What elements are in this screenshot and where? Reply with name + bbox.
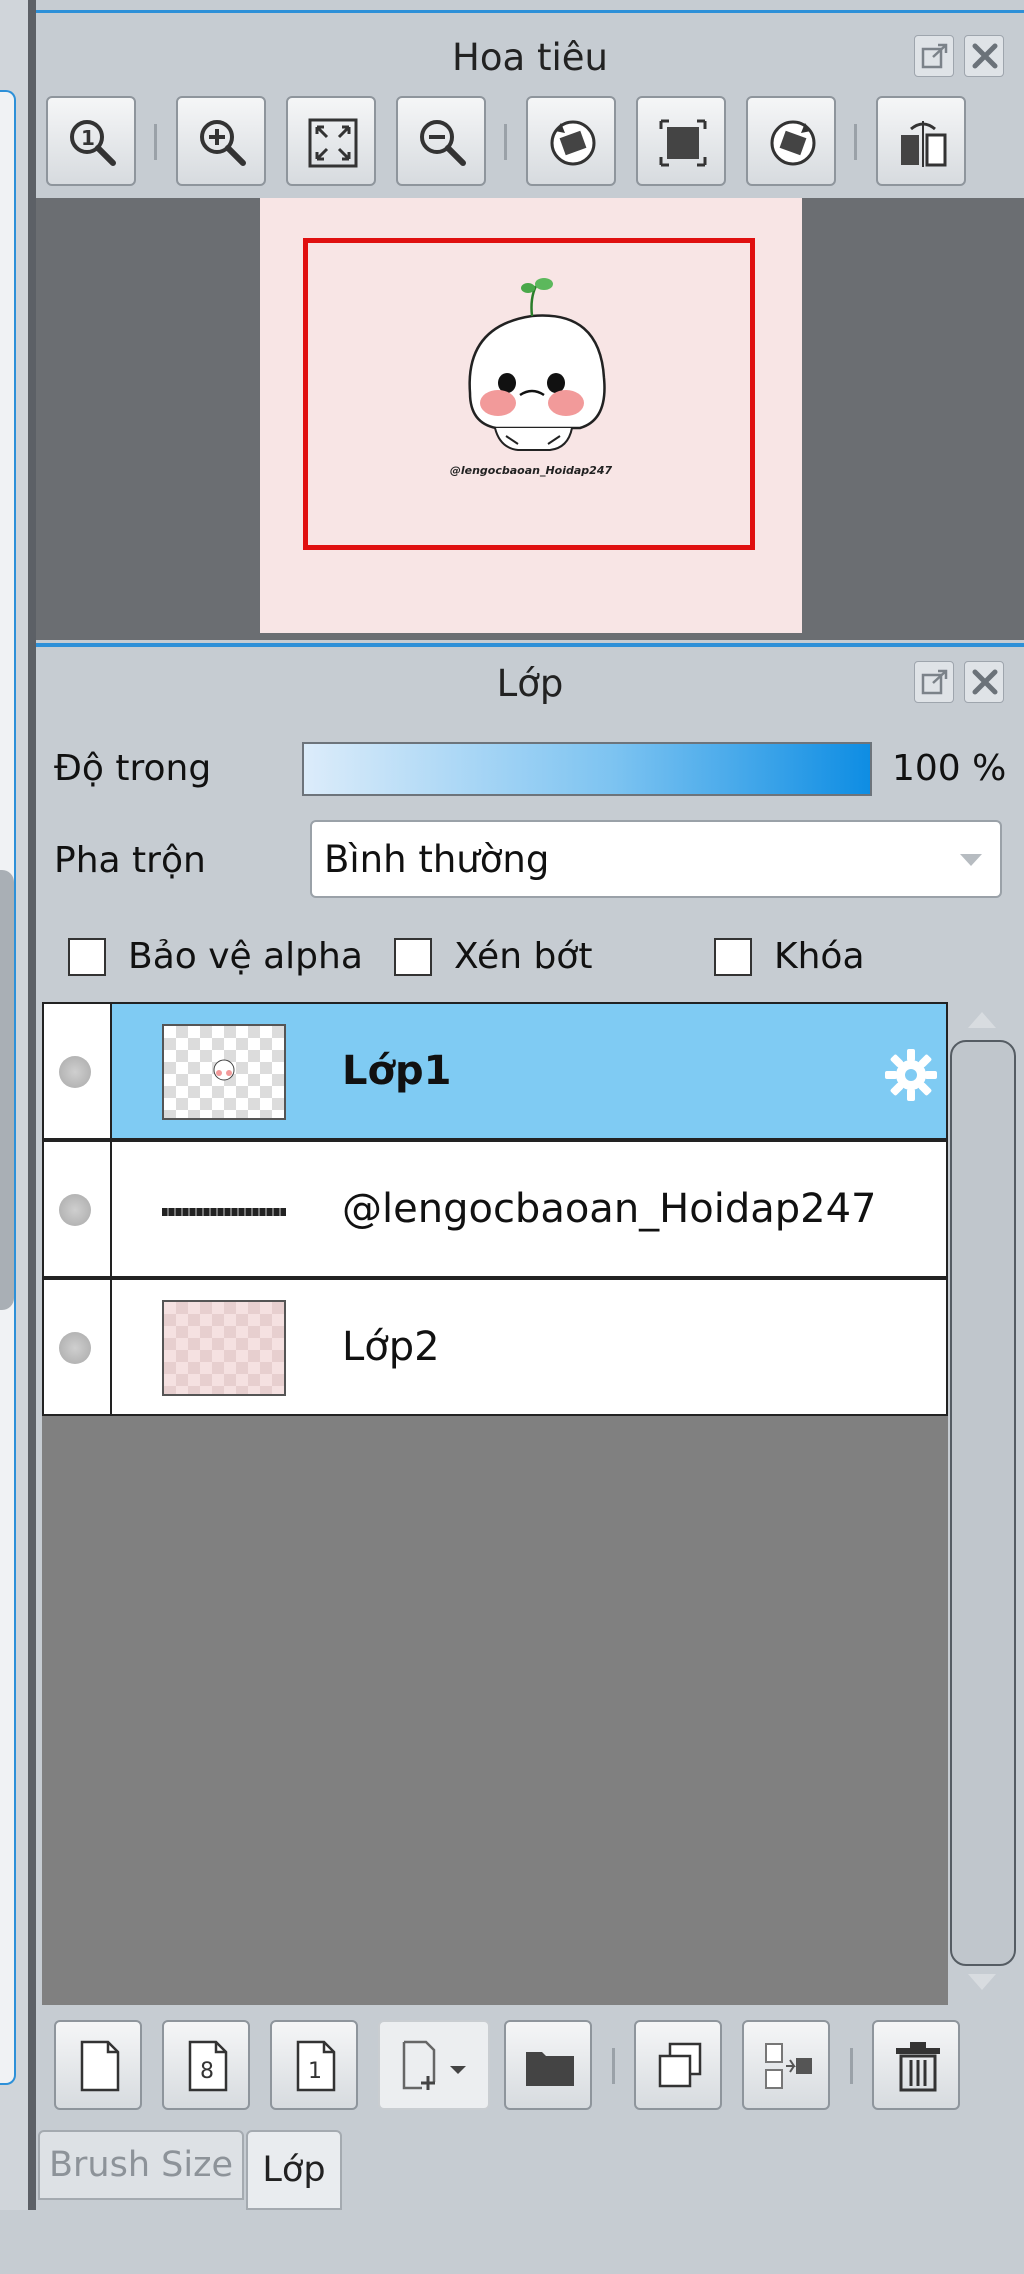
new-1bit-layer-button[interactable]: 1 [270, 2020, 358, 2110]
layer-thumbnail [162, 1024, 286, 1120]
panel-divider[interactable] [28, 0, 36, 2210]
blend-mode-value: Bình thường [324, 837, 550, 881]
visibility-dot-icon [59, 1194, 91, 1226]
lock-label: Khóa [774, 936, 865, 977]
toolbar-separator [854, 124, 857, 160]
navigator-toolbar: 1 [36, 96, 1024, 196]
navigator-title-bar: Hoa tiêu [36, 13, 1024, 101]
clipping-checkbox[interactable] [394, 938, 432, 976]
protect-alpha-checkbox[interactable] [68, 938, 106, 976]
flip-horizontal-button[interactable] [876, 96, 966, 186]
toolbar-separator [504, 124, 507, 160]
text-layer-thumbnail [162, 1208, 286, 1216]
rotate-right-button[interactable] [746, 96, 836, 186]
layer-name: Lớp1 [342, 1048, 452, 1094]
gear-icon[interactable] [882, 1046, 940, 1108]
visibility-dot-icon [59, 1332, 91, 1364]
layer-visibility-toggle[interactable] [44, 1280, 112, 1414]
svg-text:1: 1 [81, 126, 95, 150]
toolbar-separator [850, 2048, 853, 2084]
blend-mode-label: Pha trộn [54, 840, 206, 881]
tab-brush-size[interactable]: Brush Size [38, 2130, 244, 2200]
left-panel-scrollbar[interactable] [0, 870, 14, 1310]
clipping-label: Xén bớt [454, 936, 593, 977]
add-layer-dropdown-button[interactable] [378, 2020, 490, 2110]
toolbar-separator [612, 2048, 615, 2084]
merge-down-button[interactable] [742, 2020, 830, 2110]
navigator-title: Hoa tiêu [452, 35, 608, 79]
opacity-value: 100 % [892, 748, 1007, 789]
rotate-left-button[interactable] [526, 96, 616, 186]
blend-mode-select[interactable]: Bình thường [310, 820, 1002, 898]
duplicate-layer-button[interactable] [634, 2020, 722, 2110]
layer-row-lop2[interactable]: Lớp2 [42, 1278, 948, 1416]
navigator-view-frame[interactable] [303, 238, 755, 550]
visibility-dot-icon [59, 1056, 91, 1088]
layer-panel-title-bar: Lớp [36, 647, 1024, 719]
layer-thumbnail [162, 1300, 286, 1396]
toolbar-separator [154, 124, 157, 160]
fit-window-button[interactable] [636, 96, 726, 186]
layer-visibility-toggle[interactable] [44, 1142, 112, 1276]
zoom-in-button[interactable] [176, 96, 266, 186]
scroll-down-arrow-icon[interactable] [968, 1974, 996, 1990]
opacity-slider[interactable] [302, 742, 872, 796]
layer-name: @lengocbaoan_Hoidap247 [342, 1186, 877, 1232]
chevron-down-icon [960, 854, 982, 866]
layer-name: Lớp2 [342, 1324, 440, 1370]
svg-text:1: 1 [308, 2059, 322, 2084]
layer-visibility-toggle[interactable] [44, 1004, 112, 1138]
protect-alpha-label: Bảo vệ alpha [128, 936, 363, 977]
layer-panel-title: Lớp [496, 661, 564, 705]
zoom-out-button[interactable] [396, 96, 486, 186]
layer-list-scrollbar-thumb[interactable] [950, 1040, 1016, 1966]
svg-text:8: 8 [200, 2059, 214, 2084]
new-folder-button[interactable] [504, 2020, 592, 2110]
zoom-fit-button[interactable] [286, 96, 376, 186]
delete-layer-button[interactable] [872, 2020, 960, 2110]
navigator-float-button[interactable] [914, 35, 954, 77]
scroll-up-arrow-icon[interactable] [968, 1012, 996, 1028]
opacity-label: Độ trong [54, 748, 212, 789]
layer-row-lop1[interactable]: Lớp1 [42, 1002, 948, 1140]
layer-bottom-toolbar: 8 1 [42, 2008, 1012, 2116]
layer-row-watermark[interactable]: @lengocbaoan_Hoidap247 [42, 1140, 948, 1278]
lock-checkbox[interactable] [714, 938, 752, 976]
layer-panel-float-button[interactable] [914, 661, 954, 703]
zoom-actual-button[interactable]: 1 [46, 96, 136, 186]
layer-panel-close-button[interactable] [964, 661, 1004, 703]
new-layer-button[interactable] [54, 2020, 142, 2110]
tab-layer[interactable]: Lớp [246, 2130, 342, 2210]
navigator-close-button[interactable] [964, 35, 1004, 77]
new-8bit-layer-button[interactable]: 8 [162, 2020, 250, 2110]
